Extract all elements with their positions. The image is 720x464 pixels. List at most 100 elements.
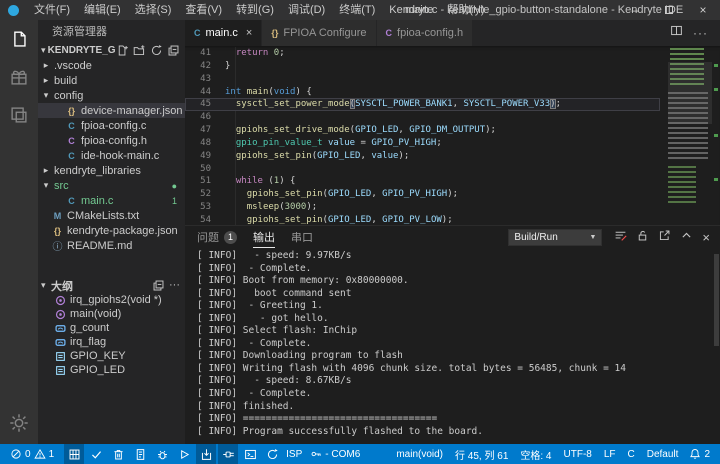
code-line-43[interactable]: 43: [185, 73, 660, 86]
flash-program-button[interactable]: [196, 444, 216, 464]
collapse-all-icon[interactable]: [167, 44, 180, 57]
status-item[interactable]: Default: [642, 449, 684, 460]
code-line-41[interactable]: 41 return 0;: [185, 47, 660, 60]
serial-port-button[interactable]: - COM6: [306, 444, 364, 464]
status-item[interactable]: C: [623, 449, 640, 460]
terminal-button[interactable]: [240, 444, 260, 464]
status-item[interactable]: 空格: 4: [515, 447, 556, 462]
tree-item-kendryte_libraries[interactable]: ▸kendryte_libraries: [38, 163, 185, 178]
explorer-root-folder[interactable]: ▾ KENDRYTE_GPIO-B...: [38, 42, 185, 58]
code-line-44[interactable]: 44int main(void) {: [185, 86, 660, 99]
outline-item-g_count[interactable]: g_count: [38, 321, 185, 335]
run-button[interactable]: [174, 444, 194, 464]
code-line-47[interactable]: 47 gpiohs_set_drive_mode(GPIO_LED, GPIO_…: [185, 124, 660, 137]
panel-tab-问题[interactable]: 问题1: [197, 226, 237, 248]
tab-FPIOA Configure[interactable]: {}FPIOA Configure: [262, 20, 376, 46]
close-icon[interactable]: ×: [702, 231, 710, 244]
warning-count: 1: [49, 449, 55, 460]
chevron-up-icon[interactable]: [680, 229, 693, 245]
notifications-bell[interactable]: 2: [685, 444, 714, 464]
code-line-48[interactable]: 48 gpio_pin_value_t value = GPIO_PV_HIGH…: [185, 137, 660, 150]
open-in-editor-icon[interactable]: [658, 229, 671, 245]
outline-item-GPIO_LED[interactable]: GPIO_LED: [38, 363, 185, 377]
menu-item[interactable]: 转到(G): [229, 0, 281, 20]
tree-item-config[interactable]: ▾config: [38, 88, 185, 103]
minimap[interactable]: [668, 46, 712, 225]
code-line-42[interactable]: 42}: [185, 60, 660, 73]
tree-item-fpioa-config.c[interactable]: Cfpioa-config.c: [38, 118, 185, 133]
menu-item[interactable]: 终端(T): [332, 0, 382, 20]
tree-item-CMakeLists.txt[interactable]: MCMakeLists.txt: [38, 208, 185, 223]
code-line-50[interactable]: 50: [185, 163, 660, 176]
refresh-button[interactable]: [262, 444, 282, 464]
config-script-button[interactable]: [130, 444, 150, 464]
output-log[interactable]: [ INFO] - speed: 9.97KB/s[ INFO] - Compl…: [185, 248, 712, 444]
close-icon[interactable]: ×: [686, 0, 720, 20]
tree-item-fpioa-config.h[interactable]: Cfpioa-config.h: [38, 133, 185, 148]
outline-header[interactable]: ▾ 大纲 ···: [38, 278, 185, 293]
code-editor[interactable]: 41 return 0;42}4344int main(void) {45 sy…: [185, 46, 720, 225]
code-line-45[interactable]: 45 sysctl_set_power_mode(SYSCTL_POWER_BA…: [185, 98, 660, 111]
outline-item-main(void)[interactable]: main(void): [38, 307, 185, 321]
outline-item-GPIO_KEY[interactable]: GPIO_KEY: [38, 349, 185, 363]
menu-item[interactable]: 查看(V): [178, 0, 229, 20]
status-item[interactable]: UTF-8: [559, 449, 597, 460]
tab-main.c[interactable]: Cmain.c×: [185, 20, 262, 46]
split-editor-icon[interactable]: [670, 24, 683, 42]
panel-scrollbar[interactable]: [714, 254, 719, 346]
code-line-51[interactable]: 51 while (1) {: [185, 175, 660, 188]
tree-item-kendryte-package.json[interactable]: {}kendryte-package.json: [38, 223, 185, 238]
minimap-slider[interactable]: [668, 62, 712, 124]
device-manager-button[interactable]: [64, 444, 84, 464]
tree-item-README.md[interactable]: ⓘREADME.md: [38, 238, 185, 253]
panel-tab-输出[interactable]: 输出: [253, 226, 275, 248]
activity-kendryte-packages[interactable]: [0, 58, 38, 96]
status-item[interactable]: LF: [599, 449, 621, 460]
tree-item-build[interactable]: ▸build: [38, 73, 185, 88]
new-file-icon[interactable]: [116, 44, 129, 57]
code-line-53[interactable]: 53 msleep(3000);: [185, 201, 660, 214]
unlock-icon[interactable]: [636, 229, 649, 245]
isp-mode-button[interactable]: ISP: [282, 444, 306, 464]
activity-explorer[interactable]: [0, 20, 38, 58]
collapse-all-icon[interactable]: [152, 279, 165, 292]
panel-tab-串口[interactable]: 串口: [291, 226, 313, 248]
refresh-icon[interactable]: [150, 44, 163, 57]
menu-item[interactable]: 调试(D): [281, 0, 332, 20]
activity-kendryte-project[interactable]: [0, 96, 38, 134]
status-item[interactable]: 行 45, 列 61: [450, 447, 513, 462]
git-badge: ●: [172, 181, 177, 191]
clear-output-icon[interactable]: [614, 229, 627, 245]
more-icon[interactable]: ···: [693, 26, 708, 40]
tree-item-ide-hook-main.c[interactable]: Cide-hook-main.c: [38, 148, 185, 163]
code-line-52[interactable]: 52 gpiohs_set_pin(GPIO_LED, GPIO_PV_HIGH…: [185, 188, 660, 201]
problems-status[interactable]: 0 1: [6, 444, 58, 464]
tab-fpioa-config.h[interactable]: Cfpioa-config.h: [377, 20, 474, 46]
more-icon[interactable]: ···: [169, 279, 180, 292]
tree-item-main.c[interactable]: Cmain.c1: [38, 193, 185, 208]
problems-badge: 1: [224, 231, 237, 244]
menu-item[interactable]: 编辑(E): [77, 0, 128, 20]
code-line-49[interactable]: 49 gpiohs_set_pin(GPIO_LED, value);: [185, 150, 660, 163]
file-type-icon: {}: [51, 226, 64, 236]
serial-monitor-button[interactable]: [218, 444, 238, 464]
new-folder-icon[interactable]: [133, 44, 146, 57]
tree-item-.vscode[interactable]: ▸.vscode: [38, 58, 185, 73]
build-button[interactable]: [86, 444, 106, 464]
code-line-54[interactable]: 54 gpiohs_set_pin(GPIO_LED, GPIO_PV_LOW)…: [185, 214, 660, 225]
close-icon[interactable]: ×: [246, 27, 252, 39]
code-line-46[interactable]: 46: [185, 111, 660, 124]
git-badge: 1: [172, 196, 177, 206]
panel-tab-label: 串口: [291, 229, 313, 245]
menu-item[interactable]: 文件(F): [27, 0, 77, 20]
outline-item-irq_gpiohs2(void *)[interactable]: irq_gpiohs2(void *): [38, 293, 185, 307]
status-item[interactable]: main(void): [391, 449, 448, 460]
output-channel-select[interactable]: Build/Run ▼: [508, 229, 602, 246]
activity-settings[interactable]: [0, 404, 38, 442]
tree-item-src[interactable]: ▾src●: [38, 178, 185, 193]
debug-button[interactable]: [152, 444, 172, 464]
menu-item[interactable]: 选择(S): [128, 0, 179, 20]
outline-item-irq_flag[interactable]: irq_flag: [38, 335, 185, 349]
tree-item-device-manager.json[interactable]: {}device-manager.json: [38, 103, 185, 118]
clean-button[interactable]: [108, 444, 128, 464]
